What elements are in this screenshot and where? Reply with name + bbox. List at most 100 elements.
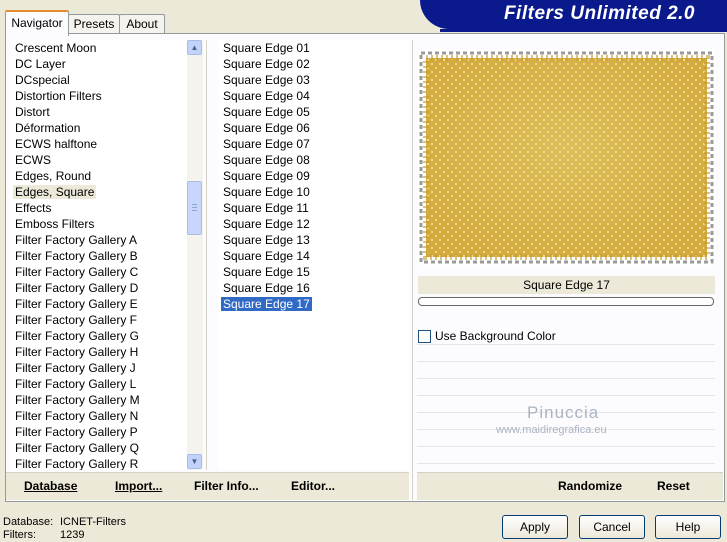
filters-count-value: 1239 (60, 529, 85, 541)
randomize-button[interactable]: Randomize (558, 478, 622, 494)
scroll-down-icon[interactable]: ▼ (187, 454, 202, 469)
parameter-row (417, 362, 715, 379)
category-item[interactable]: Déformation (11, 120, 187, 136)
filter-item-label: Square Edge 17 (221, 297, 312, 311)
filter-item[interactable]: Square Edge 13 (219, 232, 409, 248)
category-item[interactable]: Filter Factory Gallery M (11, 392, 187, 408)
category-item[interactable]: Filter Factory Gallery D (11, 280, 187, 296)
database-button[interactable]: Database (24, 478, 77, 494)
filter-item[interactable]: Square Edge 15 (219, 264, 409, 280)
filter-item-label: Square Edge 08 (223, 153, 310, 167)
category-item-label: Filter Factory Gallery D (15, 281, 139, 295)
category-item[interactable]: Distort (11, 104, 187, 120)
category-item[interactable]: Filter Factory Gallery N (11, 408, 187, 424)
category-item[interactable]: Filter Factory Gallery L (11, 376, 187, 392)
category-item-label: ECWS halftone (15, 137, 98, 151)
filter-item[interactable]: Square Edge 11 (219, 200, 409, 216)
filter-item-label: Square Edge 10 (223, 185, 310, 199)
title-banner: Filters Unlimited 2.0 (420, 0, 727, 29)
category-item[interactable]: ECWS halftone (11, 136, 187, 152)
category-item[interactable]: Filter Factory Gallery Q (11, 440, 187, 456)
database-status-label: Database: (3, 516, 54, 528)
filter-item-label: Square Edge 03 (223, 73, 310, 87)
watermark-site: www.maidiregrafica.eu (496, 424, 607, 436)
filter-item-label: Square Edge 15 (223, 265, 310, 279)
filter-item-label: Square Edge 16 (223, 281, 310, 295)
category-item-label: Filter Factory Gallery M (15, 393, 140, 407)
use-background-color-checkbox[interactable] (418, 330, 431, 343)
category-item[interactable]: Filter Factory Gallery B (11, 248, 187, 264)
category-scrollbar[interactable]: ▲ ▼ (187, 40, 203, 470)
category-item-label: Filter Factory Gallery Q (15, 441, 140, 455)
category-item[interactable]: Filter Factory Gallery P (11, 424, 187, 440)
category-item-label: Déformation (15, 121, 81, 135)
category-item-label: Filter Factory Gallery A (15, 233, 138, 247)
category-item-label: Filter Factory Gallery E (15, 297, 138, 311)
filter-item-label: Square Edge 01 (223, 41, 310, 55)
category-item-label: Filter Factory Gallery P (15, 425, 138, 439)
category-item[interactable]: Filter Factory Gallery H (11, 344, 187, 360)
filter-item[interactable]: Square Edge 06 (219, 120, 409, 136)
filter-item[interactable]: Square Edge 01 (219, 40, 409, 56)
filter-item-label: Square Edge 04 (223, 89, 310, 103)
parameter-row (417, 447, 715, 464)
category-item[interactable]: Filter Factory Gallery A (11, 232, 187, 248)
category-item[interactable]: DC Layer (11, 56, 187, 72)
category-item[interactable]: Edges, Round (11, 168, 187, 184)
help-button[interactable]: Help (655, 515, 721, 539)
filter-item[interactable]: Square Edge 05 (219, 104, 409, 120)
category-item[interactable]: Filter Factory Gallery E (11, 296, 187, 312)
category-item-label: Filter Factory Gallery F (15, 313, 138, 327)
category-item[interactable]: Effects (11, 200, 187, 216)
category-item[interactable]: ECWS (11, 152, 187, 168)
category-item[interactable]: Edges, Square (11, 184, 187, 200)
category-item[interactable]: Distortion Filters (11, 88, 187, 104)
filter-item[interactable]: Square Edge 16 (219, 280, 409, 296)
filter-item[interactable]: Square Edge 03 (219, 72, 409, 88)
category-item-label: DCspecial (15, 73, 70, 87)
cancel-button[interactable]: Cancel (579, 515, 645, 539)
filter-item[interactable]: Square Edge 14 (219, 248, 409, 264)
category-item[interactable]: Filter Factory Gallery C (11, 264, 187, 280)
filter-item[interactable]: Square Edge 07 (219, 136, 409, 152)
scroll-thumb[interactable] (187, 181, 202, 235)
category-list[interactable]: Crescent Moon DC Layer DCspecial Distortion… (11, 40, 187, 470)
category-item[interactable]: Filter Factory Gallery R (11, 456, 187, 470)
tab-about[interactable]: About (119, 14, 165, 34)
category-item[interactable]: Filter Factory Gallery J (11, 360, 187, 376)
banner-underline (440, 29, 727, 32)
filter-list[interactable]: Square Edge 01 Square Edge 02 Square Edge … (219, 40, 409, 470)
category-item-label: Filter Factory Gallery H (15, 345, 139, 359)
filter-info-button[interactable]: Filter Info... (194, 478, 259, 494)
filter-item-label: Square Edge 06 (223, 121, 310, 135)
category-item[interactable]: Filter Factory Gallery F (11, 312, 187, 328)
tab-navigator[interactable]: Navigator (5, 10, 69, 36)
filter-item[interactable]: Square Edge 04 (219, 88, 409, 104)
tab-presets[interactable]: Presets (68, 14, 120, 34)
apply-button[interactable]: Apply (502, 515, 568, 539)
reset-button[interactable]: Reset (657, 478, 690, 494)
editor-button[interactable]: Editor... (291, 478, 335, 494)
category-item-label: Distort (15, 105, 50, 119)
filter-item[interactable]: Square Edge 09 (219, 168, 409, 184)
filter-item[interactable]: Square Edge 02 (219, 56, 409, 72)
parameter-row (417, 345, 715, 362)
category-item-label: Crescent Moon (15, 41, 97, 55)
category-item[interactable]: Filter Factory Gallery G (11, 328, 187, 344)
filter-item[interactable]: Square Edge 17 (219, 296, 409, 312)
category-item[interactable]: Emboss Filters (11, 216, 187, 232)
category-item[interactable]: Crescent Moon (11, 40, 187, 56)
category-item[interactable]: DCspecial (11, 72, 187, 88)
filter-item-label: Square Edge 13 (223, 233, 310, 247)
filter-item[interactable]: Square Edge 12 (219, 216, 409, 232)
filter-item-label: Square Edge 07 (223, 137, 310, 151)
filter-item[interactable]: Square Edge 08 (219, 152, 409, 168)
category-item-label: Filter Factory Gallery R (15, 457, 139, 470)
import-button[interactable]: Import... (115, 478, 162, 494)
scroll-up-icon[interactable]: ▲ (187, 40, 202, 55)
filters-count-label: Filters: (3, 529, 36, 541)
database-status-value: ICNET-Filters (60, 516, 126, 528)
filter-item-label: Square Edge 14 (223, 249, 310, 263)
filter-item[interactable]: Square Edge 10 (219, 184, 409, 200)
import-label: Import... (115, 479, 163, 493)
